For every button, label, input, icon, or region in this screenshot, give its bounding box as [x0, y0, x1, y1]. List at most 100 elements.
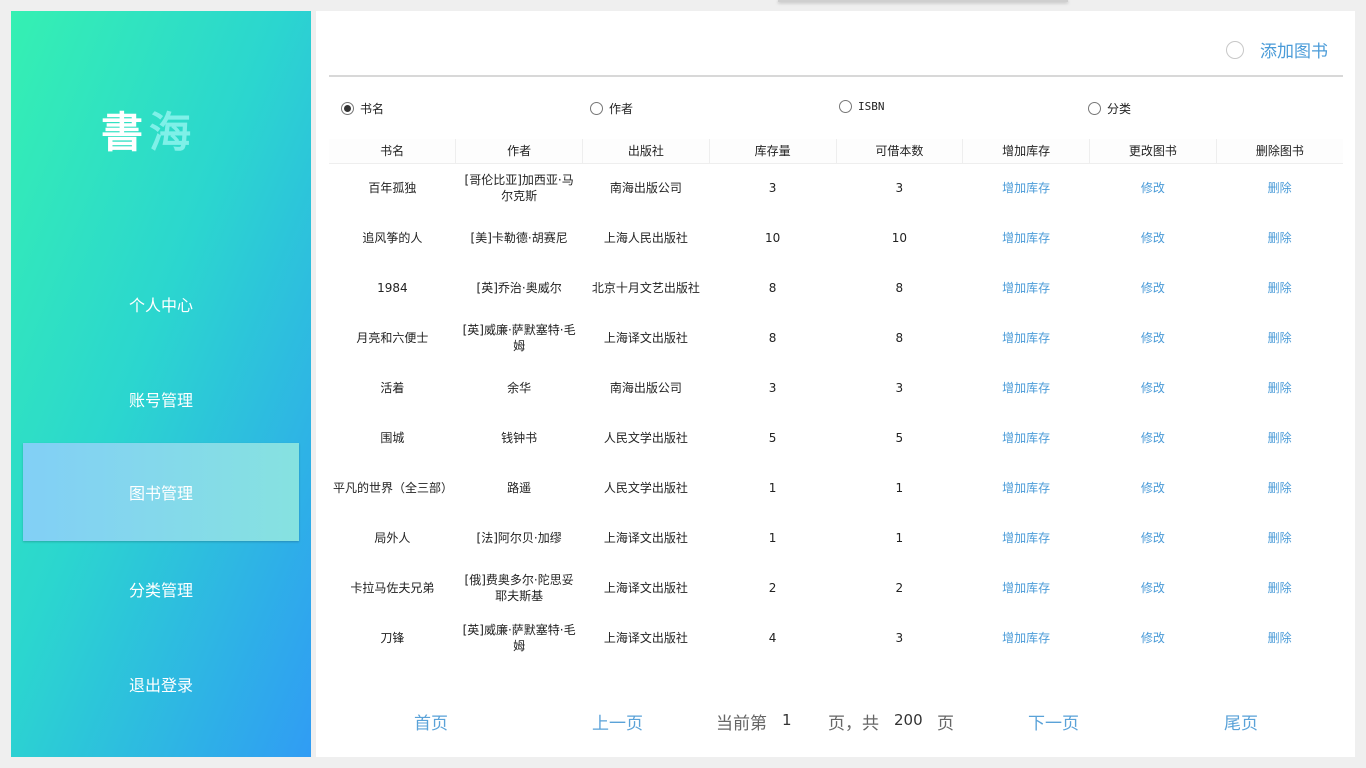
- cell-author: [哥伦比亚]加西亚·马尔克斯: [464, 173, 574, 204]
- add-stock-link[interactable]: 增加库存: [963, 413, 1090, 463]
- radio-button[interactable]: [839, 100, 852, 113]
- radio-button[interactable]: [1088, 102, 1101, 115]
- cell-author: [法]阿尔贝·加缪: [476, 531, 562, 545]
- total-pages-suffix: 页: [937, 714, 954, 734]
- cell-stock: 5: [768, 431, 777, 445]
- delete-book-link[interactable]: 删除: [1216, 263, 1343, 313]
- edit-book-link[interactable]: 修改: [1090, 363, 1217, 413]
- radio-button[interactable]: [590, 102, 603, 115]
- sidebar-item-account-management[interactable]: 账号管理: [23, 350, 299, 448]
- search-type-radio-group: 书名 作者 ISBN 分类: [341, 100, 1341, 118]
- radio-category[interactable]: 分类: [1088, 100, 1131, 117]
- delete-book-link[interactable]: 删除: [1216, 513, 1343, 563]
- cell-publisher: 上海译文出版社: [603, 531, 688, 545]
- books-table-body: 百年孤独 [哥伦比亚]加西亚·马尔克斯 南海出版公司 3 3 增加库存 修改 删除 追风筝的人[…: [329, 163, 1343, 663]
- add-book-button[interactable]: 添加图书: [1260, 37, 1328, 62]
- table-row: 围城 钱钟书 人民文学出版社 5 5 增加库存 修改 删除: [329, 413, 1343, 463]
- table-row: 百年孤独 [哥伦比亚]加西亚·马尔克斯 南海出版公司 3 3 增加库存 修改 删除: [329, 163, 1343, 213]
- delete-book-link[interactable]: 删除: [1216, 213, 1343, 263]
- cell-stock: 4: [768, 631, 777, 645]
- delete-book-link[interactable]: 删除: [1216, 313, 1343, 363]
- delete-book-link[interactable]: 删除: [1216, 363, 1343, 413]
- edit-book-link[interactable]: 修改: [1090, 313, 1217, 363]
- sidebar-item-book-management[interactable]: 图书管理: [23, 443, 299, 541]
- cell-stock: 8: [768, 281, 777, 295]
- edit-book-link[interactable]: 修改: [1090, 613, 1217, 663]
- column-header-title: 书名: [329, 139, 457, 164]
- cell-title: 卡拉马佐夫兄弟: [350, 581, 435, 595]
- cell-title: 刀锋: [380, 631, 405, 645]
- sidebar-item-category-management[interactable]: 分类管理: [23, 540, 299, 638]
- delete-book-link[interactable]: 删除: [1216, 413, 1343, 463]
- cell-author: [俄]费奥多尔·陀思妥耶夫斯基: [464, 573, 574, 603]
- delete-book-link[interactable]: 删除: [1216, 163, 1343, 213]
- cell-stock: 1: [768, 531, 777, 545]
- add-stock-link[interactable]: 增加库存: [963, 313, 1090, 363]
- cell-title: 百年孤独: [368, 181, 417, 196]
- cell-title: 平凡的世界（全三部）: [333, 481, 454, 495]
- sidebar-item-label: 图书管理: [128, 484, 193, 503]
- radio-label: 书名: [360, 102, 385, 116]
- cell-available: 8: [895, 331, 904, 345]
- cell-title: 活着: [380, 381, 405, 395]
- edit-book-link[interactable]: 修改: [1090, 163, 1217, 213]
- last-page-button[interactable]: 尾页: [1224, 709, 1258, 734]
- add-stock-link[interactable]: 增加库存: [963, 263, 1090, 313]
- add-stock-link[interactable]: 增加库存: [963, 563, 1090, 613]
- delete-book-link[interactable]: 删除: [1216, 463, 1343, 513]
- delete-book-link[interactable]: 删除: [1216, 613, 1343, 663]
- delete-book-link[interactable]: 删除: [1216, 563, 1343, 613]
- radio-button[interactable]: [341, 102, 354, 115]
- edit-book-link[interactable]: 修改: [1090, 413, 1217, 463]
- add-stock-link[interactable]: 增加库存: [963, 613, 1090, 663]
- radio-label: 分类: [1107, 102, 1132, 116]
- window-edge-shadow: [778, 0, 1068, 2]
- total-pages-number: 200: [894, 711, 923, 729]
- cell-available: 3: [895, 381, 904, 395]
- add-stock-link[interactable]: 增加库存: [963, 363, 1090, 413]
- search-icon[interactable]: [1226, 41, 1244, 59]
- sidebar-item-personal-center[interactable]: 个人中心: [23, 255, 299, 353]
- column-header-add-stock: 增加库存: [962, 139, 1090, 164]
- sidebar: 書海 个人中心 账号管理 图书管理 分类管理 退出登录: [11, 11, 311, 757]
- radio-isbn[interactable]: ISBN: [839, 100, 885, 113]
- column-header-edit: 更改图书: [1089, 139, 1217, 164]
- sidebar-item-label: 账号管理: [128, 391, 193, 410]
- column-header-stock: 库存量: [709, 139, 837, 164]
- edit-book-link[interactable]: 修改: [1090, 463, 1217, 513]
- column-header-author: 作者: [455, 139, 583, 164]
- prev-page-button[interactable]: 上一页: [592, 709, 643, 734]
- add-stock-link[interactable]: 增加库存: [963, 513, 1090, 563]
- first-page-button[interactable]: 首页: [414, 709, 448, 734]
- cell-title: 月亮和六便士: [356, 331, 429, 345]
- sidebar-item-label: 个人中心: [128, 296, 193, 315]
- radio-author[interactable]: 作者: [590, 100, 633, 117]
- table-row: 刀锋 [英]威廉·萨默塞特·毛姆 上海译文出版社 4 3 增加库存 修改 删除: [329, 613, 1343, 663]
- cell-available: 5: [895, 431, 904, 445]
- edit-book-link[interactable]: 修改: [1090, 263, 1217, 313]
- table-row: 活着 余华 南海出版公司 3 3 增加库存 修改 删除: [329, 363, 1343, 413]
- cell-publisher: 上海译文出版社: [603, 331, 688, 345]
- edit-book-link[interactable]: 修改: [1090, 513, 1217, 563]
- cell-stock: 2: [768, 581, 777, 595]
- cell-publisher: 上海人民出版社: [603, 231, 688, 245]
- edit-book-link[interactable]: 修改: [1090, 213, 1217, 263]
- cell-available: 1: [895, 531, 904, 545]
- radio-label: ISBN: [858, 100, 885, 113]
- add-stock-link[interactable]: 增加库存: [963, 463, 1090, 513]
- next-page-button[interactable]: 下一页: [1028, 709, 1079, 734]
- edit-book-link[interactable]: 修改: [1090, 563, 1217, 613]
- cell-title: 追风筝的人: [362, 231, 423, 245]
- logo-char-accent: 海: [149, 108, 198, 157]
- table-row: 卡拉马佐夫兄弟 [俄]费奥多尔·陀思妥耶夫斯基 上海译文出版社 2 2 增加库存 修改 删除: [329, 563, 1343, 613]
- column-header-available: 可借本数: [836, 139, 964, 164]
- cell-publisher: 南海出版公司: [609, 181, 682, 196]
- cell-publisher: 北京十月文艺出版社: [591, 281, 700, 295]
- cell-stock: 10: [764, 231, 781, 245]
- add-stock-link[interactable]: 增加库存: [963, 213, 1090, 263]
- radio-title[interactable]: 书名: [341, 100, 384, 117]
- pagination: 首页 上一页 当前第 1 页，共 200 页 下一页 尾页: [316, 709, 1355, 734]
- add-stock-link[interactable]: 增加库存: [963, 163, 1090, 213]
- cell-available: 3: [895, 631, 904, 645]
- sidebar-item-logout[interactable]: 退出登录: [23, 635, 299, 733]
